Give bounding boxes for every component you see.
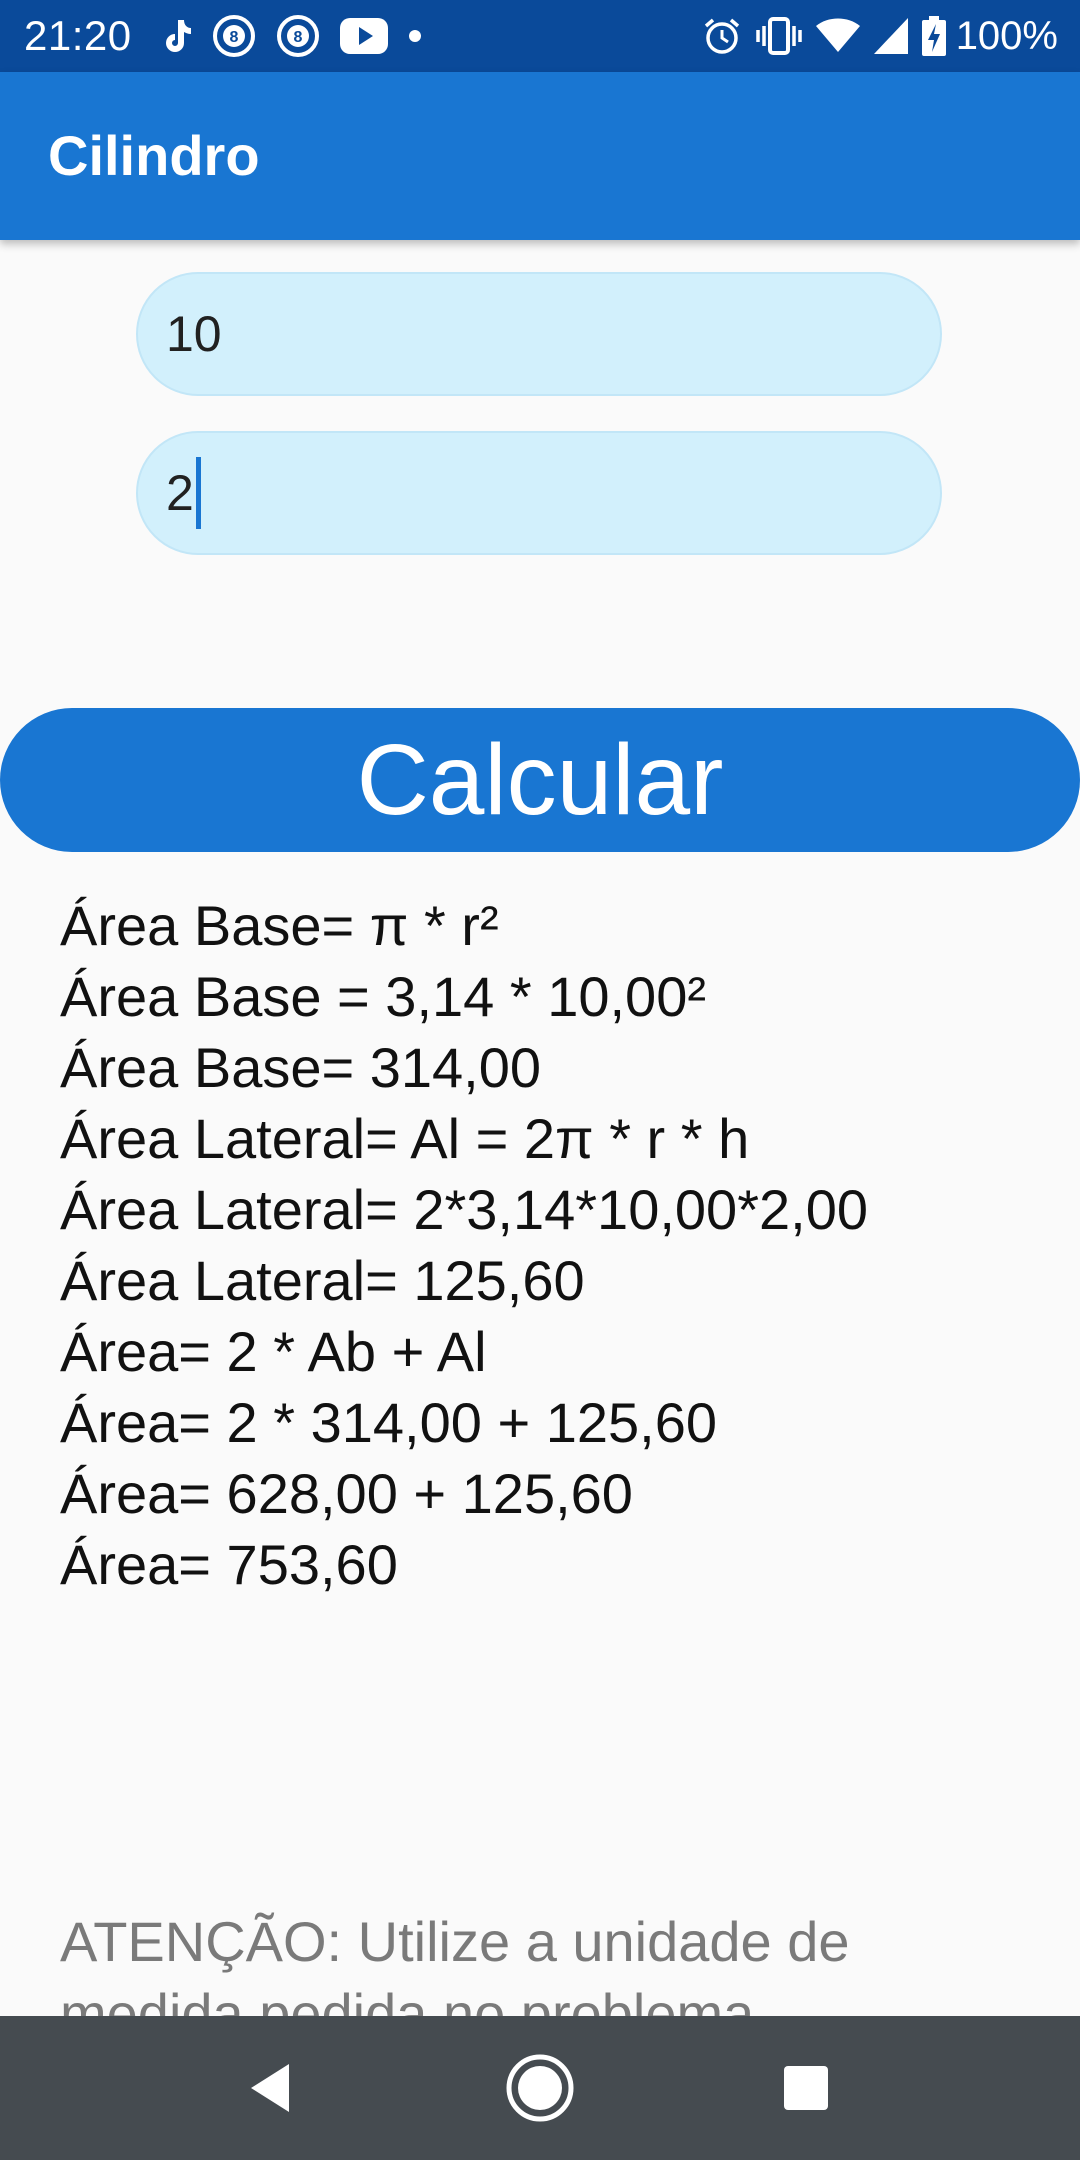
back-icon[interactable] bbox=[230, 2048, 310, 2128]
wifi-icon bbox=[815, 18, 860, 54]
youtube-icon bbox=[340, 18, 388, 54]
app-bar: Cilindro bbox=[0, 72, 1080, 240]
battery-percent: 100% bbox=[955, 14, 1058, 58]
height-input-value: 2 bbox=[166, 465, 194, 521]
radius-input-value: 10 bbox=[166, 306, 222, 362]
result-line: Área Lateral= 125,60 bbox=[60, 1249, 585, 1312]
alarm-icon bbox=[702, 16, 742, 56]
radius-input[interactable]: 10 bbox=[136, 272, 942, 396]
result-line: Área Base= 314,00 bbox=[60, 1036, 542, 1099]
signal-icon bbox=[873, 18, 908, 54]
status-time: 21:20 bbox=[24, 12, 132, 59]
dot-icon bbox=[408, 29, 422, 43]
results-text: Área Base= π * r² Área Base = 3,14 * 10,… bbox=[60, 890, 1060, 1600]
svg-text:8: 8 bbox=[294, 29, 303, 46]
result-line: Área= 2 * Ab + Al bbox=[60, 1320, 487, 1383]
recents-icon[interactable] bbox=[766, 2048, 846, 2128]
navigation-bar bbox=[0, 2016, 1080, 2160]
result-line: Área= 2 * 314,00 + 125,60 bbox=[60, 1391, 717, 1454]
notification-icons: 8 8 bbox=[162, 12, 442, 60]
result-line: Área Lateral= 2*3,14*10,00*2,00 bbox=[60, 1178, 868, 1241]
8-ball-icon: 8 bbox=[276, 14, 320, 58]
result-line: Área Base = 3,14 * 10,00² bbox=[60, 965, 706, 1028]
text-cursor bbox=[195, 457, 201, 529]
result-line: Área Base= π * r² bbox=[60, 894, 499, 957]
calculate-button-label: Calcular bbox=[356, 724, 724, 836]
home-icon[interactable] bbox=[500, 2048, 580, 2128]
result-line: Área Lateral= Al = 2π * r * h bbox=[60, 1107, 750, 1170]
height-input[interactable]: 2 bbox=[136, 431, 942, 555]
status-bar: 21:20 8 8 100% bbox=[0, 0, 1080, 72]
calculate-button[interactable]: Calcular bbox=[0, 708, 1080, 852]
battery-charging-icon bbox=[921, 16, 946, 56]
vibrate-icon bbox=[755, 16, 802, 56]
result-line: Área= 628,00 + 125,60 bbox=[60, 1462, 633, 1525]
app-title: Cilindro bbox=[48, 124, 260, 187]
system-icons: 100% bbox=[688, 10, 1058, 62]
8-ball-icon: 8 bbox=[212, 14, 256, 58]
tiktok-icon bbox=[162, 18, 192, 54]
result-line: Área= 753,60 bbox=[60, 1533, 398, 1596]
svg-text:8: 8 bbox=[230, 29, 239, 46]
